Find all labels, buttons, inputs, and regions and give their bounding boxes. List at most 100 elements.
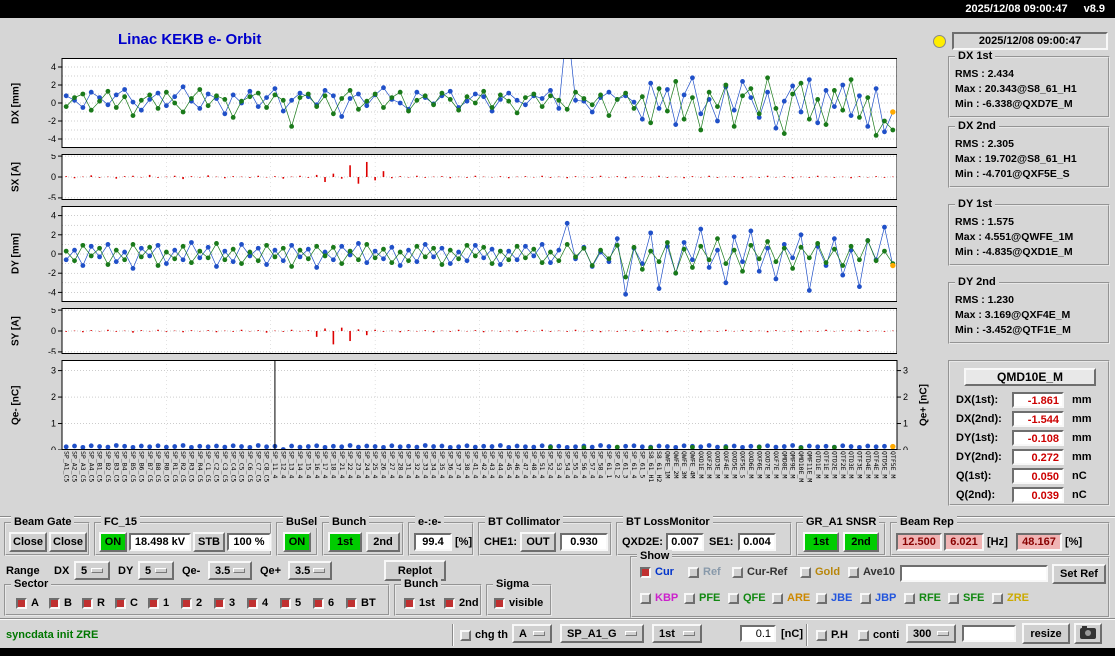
checkbox-ph[interactable]: P.H: [816, 628, 848, 642]
resize-button[interactable]: resize: [1022, 623, 1070, 644]
checkbox-1[interactable]: 1: [148, 596, 169, 610]
range-qe-plus-select[interactable]: 3.5: [288, 561, 332, 580]
checkbox-qfe[interactable]: QFE: [728, 591, 766, 605]
ee-ratio-field: 99.4: [414, 533, 452, 551]
monitor-row: DY(1st): -0.108 mm: [950, 430, 1108, 448]
svg-text:-5: -5: [48, 347, 56, 354]
checkbox-zre[interactable]: ZRE: [992, 591, 1029, 605]
checkbox-indicator[interactable]: [460, 629, 471, 641]
set-ref-button[interactable]: Set Ref: [1052, 564, 1106, 584]
checkbox-bt[interactable]: BT: [346, 596, 376, 610]
checkbox-are[interactable]: ARE: [772, 591, 810, 605]
checkbox-indicator[interactable]: [816, 629, 827, 641]
checkbox-indicator[interactable]: [214, 597, 225, 609]
checkbox-indicator[interactable]: [684, 592, 695, 604]
checkbox-sfe[interactable]: SFE: [948, 591, 984, 605]
checkbox-indicator[interactable]: [115, 597, 126, 609]
checkbox-indicator[interactable]: [816, 592, 827, 604]
checkbox-indicator[interactable]: [82, 597, 93, 609]
beam-gate-close-p-button[interactable]: Close: [49, 532, 87, 552]
checkbox-rfe[interactable]: RFE: [904, 591, 941, 605]
checkbox-jbe[interactable]: JBE: [816, 591, 852, 605]
monitor-select[interactable]: SP_A1_G: [560, 624, 644, 643]
range-qe-minus-select[interactable]: 3.5: [208, 561, 252, 580]
checkbox-indicator[interactable]: [280, 597, 291, 609]
checkbox-indicator[interactable]: [858, 629, 869, 641]
busel-on-button[interactable]: ON: [283, 532, 311, 552]
checkbox-indicator[interactable]: [494, 597, 505, 609]
checkbox-indicator[interactable]: [16, 597, 27, 609]
range-dy-select[interactable]: 5: [138, 561, 174, 580]
checkbox-indicator[interactable]: [772, 592, 783, 604]
ref-name-input[interactable]: [900, 565, 1048, 582]
checkbox-label: Ref: [703, 566, 721, 578]
checkbox-indicator[interactable]: [247, 597, 258, 609]
checkbox-2[interactable]: 2: [181, 596, 202, 610]
checkbox-2nd[interactable]: 2nd: [444, 596, 479, 610]
checkbox-6[interactable]: 6: [313, 596, 334, 610]
checkbox-label: 5: [295, 597, 302, 609]
checkbox-indicator[interactable]: [346, 597, 357, 609]
aux-input[interactable]: [962, 625, 1016, 642]
x-axis-label: QMD10E_M: [797, 451, 806, 483]
x-axis-label: SP_33_4: [421, 451, 430, 479]
checkbox-indicator[interactable]: [181, 597, 192, 609]
bunch-2nd-button[interactable]: 2nd: [366, 532, 400, 552]
region-select[interactable]: A: [512, 624, 552, 643]
fc15-stb-button[interactable]: STB: [193, 532, 225, 552]
checkbox-indicator[interactable]: [640, 566, 651, 578]
checkbox-a[interactable]: A: [16, 596, 39, 610]
monitor-row: DY(2nd): 0.272 mm: [950, 449, 1108, 467]
checkbox-visible[interactable]: visible: [494, 596, 543, 610]
checkbox-indicator[interactable]: [992, 592, 1003, 604]
checkbox-indicator[interactable]: [848, 566, 859, 578]
range-dx-select[interactable]: 5: [74, 561, 110, 580]
checkbox-cur[interactable]: Cur: [640, 565, 674, 579]
checkbox-label: ZRE: [1007, 592, 1029, 604]
checkbox-gold[interactable]: Gold: [800, 565, 840, 579]
checkbox-indicator[interactable]: [688, 566, 699, 578]
show-group: Show Cur Ref Cur-Ref Gold Ave10 Set Ref KBP P…: [630, 550, 1110, 618]
checkbox-indicator[interactable]: [948, 592, 959, 604]
checkbox-indicator[interactable]: [313, 597, 324, 609]
checkbox-3[interactable]: 3: [214, 596, 235, 610]
checkbox-ave10[interactable]: Ave10: [848, 565, 895, 579]
checkbox-c[interactable]: C: [115, 596, 138, 610]
svg-text:0: 0: [51, 249, 56, 259]
checkbox-1st[interactable]: 1st: [404, 596, 435, 610]
fc15-on-button[interactable]: ON: [99, 532, 127, 552]
snsr-1st-button[interactable]: 1st: [803, 532, 839, 552]
checkbox-jbp[interactable]: JBP: [860, 591, 896, 605]
checkbox-indicator[interactable]: [404, 597, 415, 609]
screenshot-button[interactable]: [1074, 623, 1102, 644]
checkbox-kbp[interactable]: KBP: [640, 591, 678, 605]
checkbox-5[interactable]: 5: [280, 596, 301, 610]
fc15-duty-field: 100 %: [227, 533, 271, 551]
bunch-1st-button[interactable]: 1st: [328, 532, 362, 552]
checkbox-r[interactable]: R: [82, 596, 105, 610]
beam-gate-close-e-button[interactable]: Close: [9, 532, 47, 552]
checkbox-pfe[interactable]: PFE: [684, 591, 720, 605]
checkbox-indicator[interactable]: [904, 592, 915, 604]
checkbox-indicator[interactable]: [732, 566, 743, 578]
checkbox-indicator[interactable]: [148, 597, 159, 609]
checkbox-indicator[interactable]: [640, 592, 651, 604]
bunch-select[interactable]: 1st: [652, 624, 702, 643]
checkbox-4[interactable]: 4: [247, 596, 268, 610]
snsr-2nd-button[interactable]: 2nd: [843, 532, 879, 552]
x-axis-label: SP_C5_C5: [237, 451, 246, 483]
checkbox-indicator[interactable]: [860, 592, 871, 604]
window-size-select[interactable]: 300: [906, 624, 956, 643]
checkbox-b[interactable]: B: [49, 596, 72, 610]
checkbox-cur-ref[interactable]: Cur-Ref: [732, 565, 787, 579]
checkbox-indicator[interactable]: [728, 592, 739, 604]
che1-out-button[interactable]: OUT: [520, 532, 556, 552]
checkbox-indicator[interactable]: [800, 566, 811, 578]
qxd2e-label: QXD2E:: [622, 536, 663, 548]
checkbox-ref[interactable]: Ref: [688, 565, 721, 579]
checkbox-conti[interactable]: conti: [858, 628, 899, 642]
checkbox-indicator[interactable]: [444, 597, 455, 609]
threshold-input[interactable]: [740, 625, 776, 642]
checkbox-chg-th[interactable]: chg th: [460, 628, 508, 642]
checkbox-indicator[interactable]: [49, 597, 60, 609]
